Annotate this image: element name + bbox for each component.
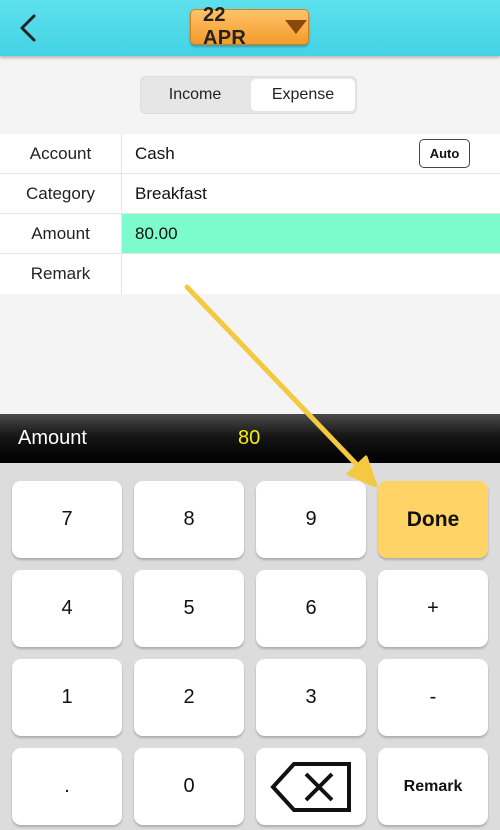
amount-display-value: 80 xyxy=(238,427,261,449)
key-minus[interactable]: - xyxy=(378,659,488,736)
back-button[interactable] xyxy=(10,10,46,46)
triangle-down-icon xyxy=(285,20,308,34)
remark-row: Remark xyxy=(0,254,500,294)
key-8[interactable]: 8 xyxy=(134,481,244,558)
key-5[interactable]: 5 xyxy=(134,570,244,647)
amount-field[interactable]: 80.00 xyxy=(122,214,500,253)
key-4[interactable]: 4 xyxy=(12,570,122,647)
category-field[interactable]: Breakfast xyxy=(122,174,500,213)
amount-label: Amount xyxy=(0,214,122,253)
date-picker-button[interactable]: 22 APR xyxy=(190,4,309,49)
key-6[interactable]: 6 xyxy=(256,570,366,647)
key-2[interactable]: 2 xyxy=(134,659,244,736)
tab-income[interactable]: Income xyxy=(143,79,247,111)
backspace-button[interactable] xyxy=(256,748,366,825)
remark-label: Remark xyxy=(0,254,122,294)
remark-key[interactable]: Remark xyxy=(378,748,488,825)
account-value: Cash xyxy=(135,143,175,163)
backspace-icon xyxy=(270,761,351,812)
top-bar: 22 APR xyxy=(0,0,500,56)
numeric-keypad: 7 8 9 Done 4 5 6 + 1 2 3 - . 0 Remark xyxy=(0,463,500,830)
key-1[interactable]: 1 xyxy=(12,659,122,736)
remark-field[interactable] xyxy=(122,254,500,294)
auto-button[interactable]: Auto xyxy=(419,139,470,168)
date-label: 22 APR xyxy=(203,4,247,49)
amount-display-bar: Amount 80 xyxy=(0,414,500,463)
key-decimal[interactable]: . xyxy=(12,748,122,825)
tab-expense[interactable]: Expense xyxy=(251,79,355,111)
category-label: Category xyxy=(0,174,122,213)
key-7[interactable]: 7 xyxy=(12,481,122,558)
key-9[interactable]: 9 xyxy=(256,481,366,558)
amount-row: Amount 80.00 xyxy=(0,214,500,254)
key-0[interactable]: 0 xyxy=(134,748,244,825)
transaction-form: Account Cash Auto Category Breakfast Amo… xyxy=(0,134,500,294)
key-plus[interactable]: + xyxy=(378,570,488,647)
amount-display-label: Amount xyxy=(18,427,87,449)
key-3[interactable]: 3 xyxy=(256,659,366,736)
chevron-left-icon xyxy=(20,14,36,42)
account-row: Account Cash Auto xyxy=(0,134,500,174)
type-toggle: Income Expense xyxy=(140,76,357,114)
account-label: Account xyxy=(0,134,122,173)
account-field[interactable]: Cash Auto xyxy=(122,134,500,173)
category-row: Category Breakfast xyxy=(0,174,500,214)
done-button[interactable]: Done xyxy=(378,481,488,558)
